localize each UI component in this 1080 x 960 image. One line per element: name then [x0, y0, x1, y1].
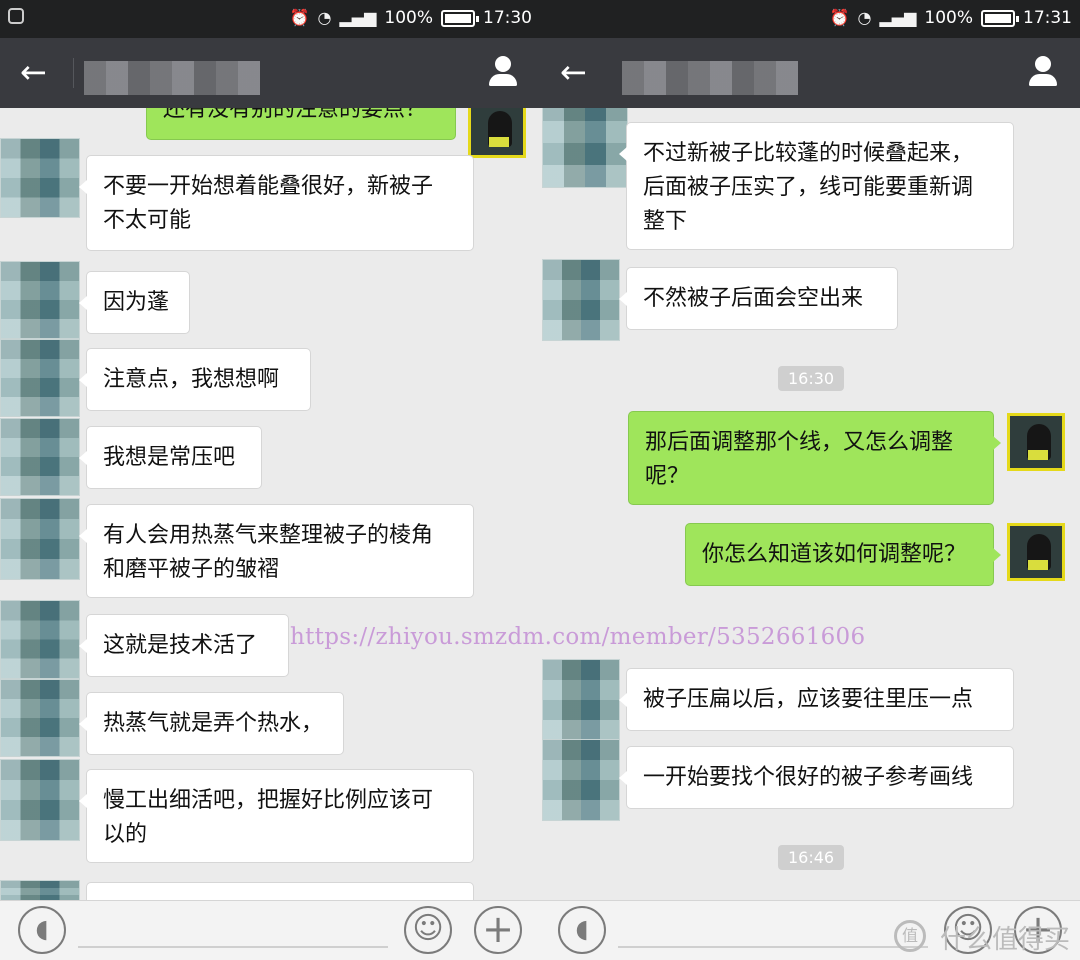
contact-avatar[interactable]	[542, 108, 628, 188]
url-watermark: https://zhiyou.smzdm.com/member/53526616…	[290, 624, 866, 650]
message-bubble: 不过新被子比较蓬的时候叠起来， 后面被子压实了，线可能要重新调 整下	[619, 122, 1014, 250]
contact-avatar[interactable]	[0, 600, 80, 679]
signal-icon: ▂▄▆	[339, 8, 377, 27]
message-input[interactable]	[78, 946, 388, 948]
chat-header: ←	[0, 38, 540, 108]
message-bubble: 不然被子后面会空出来	[619, 267, 898, 330]
timestamp: 16:46	[778, 845, 845, 870]
message-bubble: 这就是技术活了	[79, 614, 289, 677]
back-arrow-icon[interactable]: ←	[20, 56, 54, 88]
contact-avatar[interactable]	[542, 739, 620, 821]
message-input[interactable]	[618, 946, 928, 948]
alarm-icon: ⏰	[829, 8, 850, 27]
contact-avatar[interactable]	[0, 880, 80, 900]
blurred-contact-name	[622, 61, 798, 95]
message-bubble: 你怎么知道该如何调整呢？	[685, 523, 1001, 586]
status-time: 17:31	[1023, 8, 1072, 28]
message-bubble: 有人会用热蒸气来整理被子的棱角 和磨平被子的皱褶	[79, 504, 474, 598]
site-logo-icon: 值	[894, 920, 926, 952]
emoji-icon[interactable]: ☺	[404, 906, 452, 954]
status-bar: ⏰ ◔ ▂▄▆ 100% 17:31	[540, 0, 1080, 38]
message-bubble: 因为蓬	[79, 271, 190, 334]
contact-avatar[interactable]	[0, 138, 80, 218]
message-bubble	[86, 882, 474, 900]
battery-percent: 100%	[384, 8, 433, 28]
message-bubble: 被子压扁以后，应该要往里压一点	[619, 668, 1014, 731]
status-indicators: ⏰ ◔ ▂▄▆ 100% 17:30	[290, 8, 532, 28]
contact-avatar[interactable]	[0, 418, 80, 496]
signal-icon: ▂▄▆	[879, 8, 917, 27]
chat-screen-left: ⏰ ◔ ▂▄▆ 100% 17:30 ← 还有没有别的注意的要点？ 不要一开始想…	[0, 0, 540, 960]
contact-avatar[interactable]	[0, 679, 80, 757]
user-profile-icon[interactable]	[486, 56, 520, 90]
chat-header: ←	[540, 38, 1080, 108]
site-watermark: 什么值得买	[939, 925, 1070, 955]
contact-avatar[interactable]	[542, 659, 620, 741]
voice-input-icon[interactable]: ◖	[558, 906, 606, 954]
contact-avatar[interactable]	[0, 261, 80, 339]
plus-icon[interactable]: +	[474, 906, 522, 954]
wifi-icon: ◔	[857, 8, 872, 27]
contact-avatar[interactable]	[0, 498, 80, 580]
status-bar: ⏰ ◔ ▂▄▆ 100% 17:30	[0, 0, 540, 38]
contact-avatar[interactable]	[542, 259, 620, 341]
contact-avatar[interactable]	[0, 339, 80, 417]
status-time: 17:30	[483, 8, 532, 28]
message-list[interactable]: 不过新被子比较蓬的时候叠起来， 后面被子压实了，线可能要重新调 整下 不然被子后…	[540, 108, 1080, 900]
message-bubble: 那后面调整那个线，又怎么调整 呢？	[628, 411, 1001, 505]
my-avatar	[1007, 413, 1065, 471]
back-arrow-icon[interactable]: ←	[560, 56, 594, 88]
contact-avatar[interactable]	[0, 759, 80, 841]
battery-icon	[441, 9, 479, 27]
wifi-icon: ◔	[317, 8, 332, 27]
message-bubble: 不要一开始想着能叠很好，新被子 不太可能	[79, 155, 474, 251]
battery-percent: 100%	[924, 8, 973, 28]
chat-input-bar: ◖ ☺ +	[0, 900, 540, 960]
my-avatar	[468, 108, 526, 158]
chat-screen-right: ⏰ ◔ ▂▄▆ 100% 17:31 ← 不过新被子比较蓬的时候叠起来， 后面被…	[540, 0, 1080, 960]
user-profile-icon[interactable]	[1026, 56, 1060, 90]
my-avatar	[1007, 523, 1065, 581]
header-divider	[73, 58, 74, 88]
status-indicators: ⏰ ◔ ▂▄▆ 100% 17:31	[830, 8, 1072, 28]
timestamp: 16:30	[778, 366, 845, 391]
message-bubble: 热蒸气就是弄个热水，	[79, 692, 344, 755]
message-bubble: 我想是常压吧	[79, 426, 262, 489]
battery-icon	[981, 9, 1019, 27]
blurred-contact-name	[84, 61, 260, 95]
message-bubble: 慢工出细活吧，把握好比例应该可 以的	[79, 769, 474, 863]
voice-input-icon[interactable]: ◖	[18, 906, 66, 954]
message-bubble: 一开始要找个很好的被子参考画线	[619, 746, 1014, 809]
notification-icon	[8, 8, 24, 24]
message-bubble: 注意点，我想想啊	[79, 348, 311, 411]
message-bubble: 还有没有别的注意的要点？	[146, 108, 456, 140]
alarm-icon: ⏰	[289, 8, 310, 27]
message-list[interactable]: 还有没有别的注意的要点？ 不要一开始想着能叠很好，新被子 不太可能 因为蓬 注意…	[0, 108, 540, 900]
